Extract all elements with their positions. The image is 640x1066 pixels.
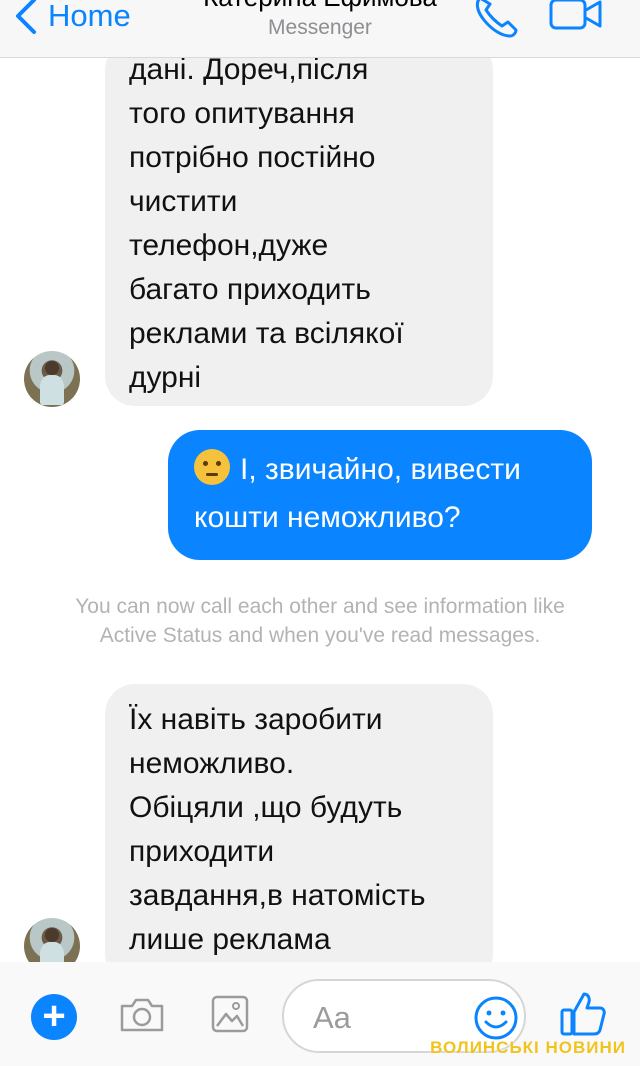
message-line: Обіцяли ,що будуть <box>129 791 403 824</box>
video-call-icon[interactable] <box>548 0 604 39</box>
outgoing-message-bubble[interactable]: І, звичайно, вивести кошти неможливо? <box>168 430 592 560</box>
camera-icon[interactable] <box>118 996 166 1039</box>
system-note: You can now call each other and see info… <box>0 592 640 650</box>
message-line: дурні <box>129 361 202 394</box>
message-line: багато приходить <box>129 273 371 306</box>
watermark: ВОЛИНСЬКІ НОВИНИ <box>430 1038 626 1057</box>
message-composer: + Aa ВОЛИНСЬКІ НОВИНИ <box>0 962 640 1066</box>
phone-call-icon[interactable] <box>472 0 520 47</box>
contact-name[interactable]: Катерина Ефимова <box>0 0 640 13</box>
message-line: приходити <box>129 835 275 868</box>
incoming-message-bubble[interactable]: дані. Дореч,після того опитування потріб… <box>105 40 493 406</box>
message-input-placeholder: Aa <box>313 1000 351 1035</box>
plus-icon[interactable]: + <box>31 994 77 1040</box>
incoming-message-bubble[interactable]: Їх навіть заробити неможливо. Обіцяли ,щ… <box>105 684 493 984</box>
message-line: того опитування <box>129 97 355 130</box>
chat-screen: Home Катерина Ефимова Messenger дані. До… <box>0 0 640 1066</box>
message-line: завдання,в натомість <box>129 879 426 912</box>
contact-avatar[interactable] <box>24 351 80 407</box>
chat-header: Home Катерина Ефимова Messenger <box>0 0 640 58</box>
message-line: реклами та всілякої <box>129 317 404 350</box>
thinking-face-emoji-icon <box>194 449 230 485</box>
system-note-line: Active Status and when you've read messa… <box>99 624 541 647</box>
image-gallery-icon[interactable] <box>210 994 250 1039</box>
message-line: лише реклама <box>129 923 331 956</box>
thumbs-up-icon[interactable] <box>558 988 608 1043</box>
header-subtitle: Messenger <box>268 16 372 39</box>
system-note-line: You can now call each other and see info… <box>75 595 565 618</box>
message-line: неможливо. <box>129 747 295 780</box>
message-line: кошти неможливо? <box>194 501 461 534</box>
message-line: чистити <box>129 185 238 218</box>
message-line: телефон,дуже <box>129 229 329 262</box>
message-line: Їх навіть заробити <box>129 703 383 736</box>
message-line: І, звичайно, вивести <box>240 453 521 486</box>
message-line: потрібно постійно <box>129 141 376 174</box>
